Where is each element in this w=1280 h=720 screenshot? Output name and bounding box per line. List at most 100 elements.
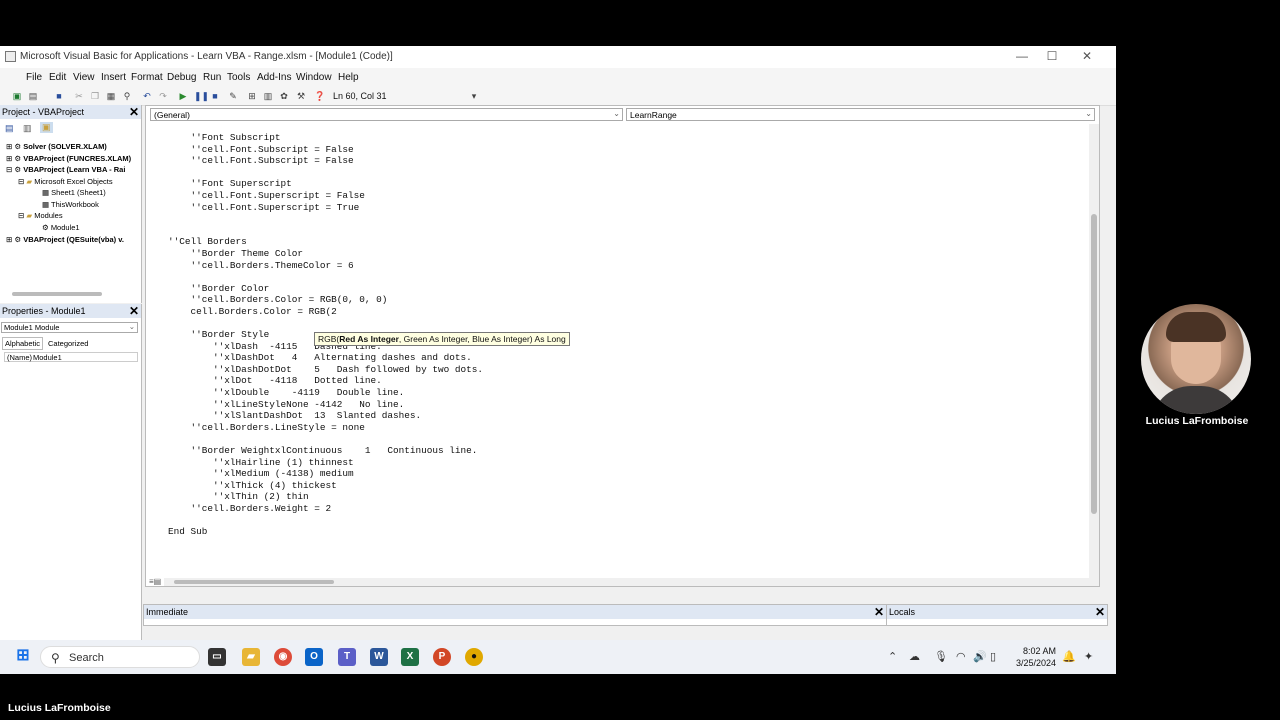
tree-item-modules[interactable]: ⊟ ▰ Modules bbox=[18, 211, 63, 220]
project-explorer-icon[interactable]: ⊞ bbox=[247, 91, 257, 101]
menu-file[interactable]: File bbox=[26, 72, 42, 83]
tree-item-qesuite[interactable]: ⊞ ⚙ VBAProject (QESuite(vba) v. bbox=[6, 235, 124, 244]
menu-view[interactable]: View bbox=[73, 72, 95, 83]
menu-addins[interactable]: Add-Ins bbox=[257, 72, 291, 83]
object-browser-icon[interactable]: ✿ bbox=[279, 91, 289, 101]
locals-window[interactable]: Locals ✕ bbox=[886, 604, 1108, 626]
tab-categorized[interactable]: Categorized bbox=[46, 338, 90, 349]
object-combo[interactable]: (General) ⌄ bbox=[150, 108, 623, 121]
menu-tools[interactable]: Tools bbox=[227, 72, 250, 83]
project-explorer: Project - VBAProject ✕ ▤ ▥ ▣ ⊞ ⚙ Solver … bbox=[0, 105, 142, 303]
view-excel-icon[interactable]: ▣ bbox=[12, 91, 22, 101]
paste-icon[interactable]: ▦ bbox=[106, 91, 116, 101]
scroll-thumb[interactable] bbox=[174, 580, 334, 584]
battery-icon[interactable]: ▯ bbox=[990, 650, 996, 663]
standard-toolbar: ▣ ▤ ■ ✂ ❐ ▦ ⚲ ↶ ↷ ▶ ❚❚ ■ ✎ ⊞ ▥ ✿ ⚒ ❓ Ln … bbox=[0, 87, 1116, 106]
tree-item-learn-vba[interactable]: ⊟ ⚙ VBAProject (Learn VBA - Rai bbox=[6, 165, 125, 174]
minimize-button[interactable]: — bbox=[1012, 49, 1032, 63]
close-icon[interactable]: ✕ bbox=[874, 605, 884, 619]
undo-icon[interactable]: ↶ bbox=[142, 91, 152, 101]
property-row-name[interactable]: (Name) Module1 bbox=[4, 352, 138, 362]
scroll-thumb[interactable] bbox=[1091, 214, 1097, 514]
menu-run[interactable]: Run bbox=[203, 72, 221, 83]
project-explorer-header: Project - VBAProject ✕ bbox=[0, 105, 141, 119]
help-icon[interactable]: ❓ bbox=[314, 91, 325, 101]
menu-window[interactable]: Window bbox=[296, 72, 332, 83]
horizontal-scrollbar[interactable] bbox=[164, 578, 1089, 586]
notification-bell-icon[interactable]: 🔔 bbox=[1062, 650, 1076, 663]
file-explorer-icon[interactable]: ▰ bbox=[242, 648, 260, 666]
menu-format[interactable]: Format bbox=[131, 72, 163, 83]
toggle-folders-icon[interactable]: ▣ bbox=[40, 122, 53, 133]
maximize-button[interactable]: ☐ bbox=[1042, 49, 1062, 63]
redo-icon[interactable]: ↷ bbox=[158, 91, 168, 101]
webcam-avatar bbox=[1141, 304, 1251, 414]
vertical-scrollbar[interactable] bbox=[1089, 124, 1099, 586]
procedure-combo[interactable]: LearnRange ⌄ bbox=[626, 108, 1095, 121]
reset-icon[interactable]: ■ bbox=[210, 91, 220, 101]
save-icon[interactable]: ■ bbox=[54, 91, 64, 101]
wifi-icon[interactable]: ◠ bbox=[956, 650, 966, 663]
system-clock[interactable]: 8:02 AM 3/25/2024 bbox=[1016, 645, 1056, 669]
procedure-view-icon[interactable]: ≡▤ bbox=[149, 577, 161, 586]
windows-start-icon[interactable]: ⊞ bbox=[14, 648, 32, 666]
immediate-window[interactable]: Immediate ✕ bbox=[143, 604, 887, 626]
properties-window: Properties - Module1 ✕ Module1 Module ⌄ … bbox=[0, 304, 142, 644]
procedure-combo-value: LearnRange bbox=[630, 110, 677, 120]
tree-item-thisworkbook[interactable]: ▦ ThisWorkbook bbox=[42, 200, 99, 209]
copilot-icon[interactable]: ✦ bbox=[1084, 650, 1093, 663]
vba-editor-window: Microsoft Visual Basic for Applications … bbox=[0, 46, 1116, 644]
outlook-icon[interactable]: O bbox=[305, 648, 323, 666]
break-icon[interactable]: ❚❚ bbox=[194, 91, 209, 101]
properties-window-icon[interactable]: ▥ bbox=[263, 91, 273, 101]
menu-help[interactable]: Help bbox=[338, 72, 359, 83]
teams-icon[interactable]: T bbox=[338, 648, 356, 666]
windows-taskbar: ⊞ ⚲ Search ▭ ▰ ◉ O T W X P ● ⌃ ☁ 🎙 ◠ 🔊 ▯… bbox=[0, 640, 1116, 674]
task-view-icon[interactable]: ▭ bbox=[208, 648, 226, 666]
chevron-up-icon[interactable]: ⌃ bbox=[888, 650, 897, 663]
tree-item-solver[interactable]: ⊞ ⚙ Solver (SOLVER.XLAM) bbox=[6, 142, 107, 151]
close-icon[interactable]: ✕ bbox=[1095, 605, 1105, 619]
vba-tool-icon[interactable]: ● bbox=[465, 648, 483, 666]
view-object-icon[interactable]: ▥ bbox=[23, 123, 32, 134]
design-mode-icon[interactable]: ✎ bbox=[228, 91, 238, 101]
insert-module-icon[interactable]: ▤ bbox=[28, 91, 38, 101]
tree-item-excel-objects[interactable]: ⊟ ▰ Microsoft Excel Objects bbox=[18, 177, 113, 186]
tooltip-current-param: Red As Integer bbox=[339, 334, 399, 344]
volume-icon[interactable]: 🔊 bbox=[973, 650, 987, 663]
horizontal-scrollbar[interactable] bbox=[12, 292, 102, 296]
cut-icon[interactable]: ✂ bbox=[74, 91, 84, 101]
powerpoint-icon[interactable]: P bbox=[433, 648, 451, 666]
tree-item-sheet1[interactable]: ▦ Sheet1 (Sheet1) bbox=[42, 188, 106, 197]
tree-item-funcres[interactable]: ⊞ ⚙ VBAProject (FUNCRES.XLAM) bbox=[6, 154, 131, 163]
clock-date: 3/25/2024 bbox=[1016, 658, 1057, 668]
toolbar-options-icon[interactable]: ▾ bbox=[469, 91, 479, 101]
close-window-button[interactable]: ✕ bbox=[1077, 49, 1097, 63]
taskbar-search[interactable]: ⚲ Search bbox=[40, 646, 200, 668]
locals-title: Locals bbox=[889, 607, 916, 617]
object-selector[interactable]: Module1 Module ⌄ bbox=[1, 322, 138, 333]
find-icon[interactable]: ⚲ bbox=[122, 91, 132, 101]
run-icon[interactable]: ▶ bbox=[178, 91, 188, 101]
excel-icon[interactable]: X bbox=[401, 648, 419, 666]
close-icon[interactable]: ✕ bbox=[129, 105, 139, 119]
copy-icon[interactable]: ❐ bbox=[90, 91, 100, 101]
menu-debug[interactable]: Debug bbox=[167, 72, 196, 83]
presenter-name: Lucius LaFromboise bbox=[8, 702, 111, 714]
toolbox-icon[interactable]: ⚒ bbox=[296, 91, 306, 101]
menu-edit[interactable]: Edit bbox=[49, 72, 66, 83]
property-name-label: (Name) bbox=[7, 353, 33, 362]
close-icon[interactable]: ✕ bbox=[129, 304, 139, 318]
properties-title: Properties - Module1 bbox=[2, 306, 86, 316]
object-combo-value: (General) bbox=[154, 110, 190, 120]
chrome-icon[interactable]: ◉ bbox=[274, 648, 292, 666]
microphone-icon[interactable]: 🎙 bbox=[934, 650, 948, 663]
tab-alphabetic[interactable]: Alphabetic bbox=[2, 337, 44, 350]
chevron-down-icon: ⌄ bbox=[1085, 109, 1092, 118]
immediate-header: Immediate ✕ bbox=[144, 605, 886, 619]
view-code-icon[interactable]: ▤ bbox=[5, 123, 14, 134]
onedrive-icon[interactable]: ☁ bbox=[909, 650, 920, 663]
word-icon[interactable]: W bbox=[370, 648, 388, 666]
menu-insert[interactable]: Insert bbox=[101, 72, 126, 83]
tree-item-module1[interactable]: ⚙ Module1 bbox=[42, 223, 80, 232]
